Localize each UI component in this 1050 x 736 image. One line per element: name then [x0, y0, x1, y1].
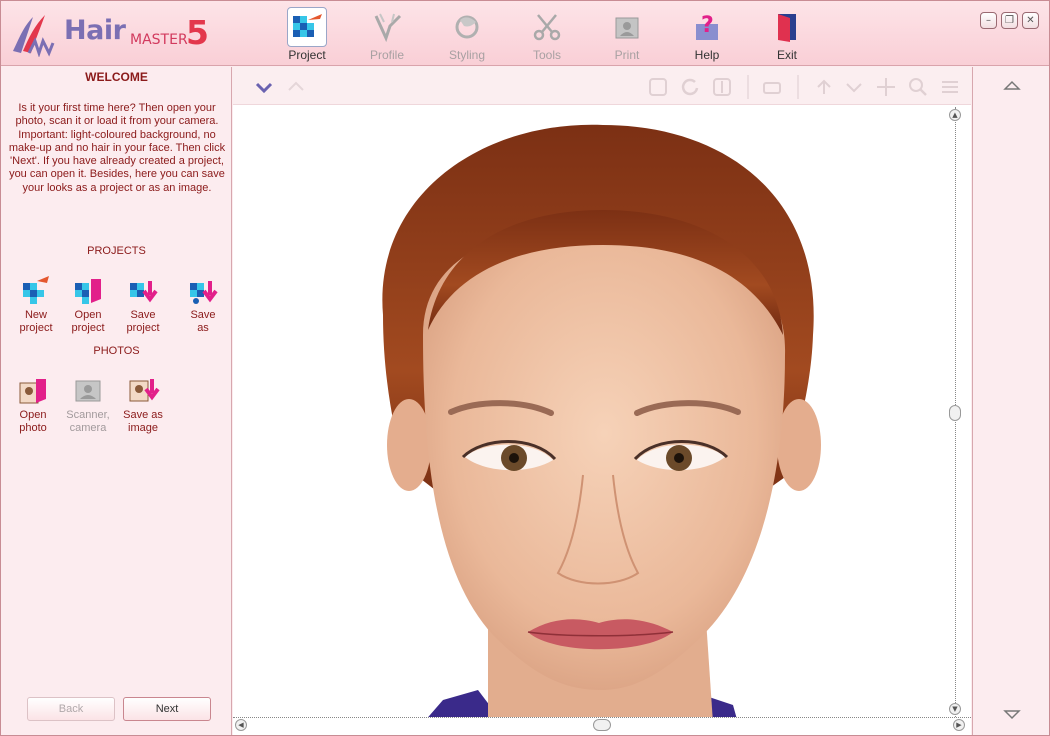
open-project-button[interactable]: Open project: [59, 273, 117, 335]
horizontal-scrollbar[interactable]: ◀ ▶: [233, 717, 971, 733]
nav-tools[interactable]: Tools: [507, 1, 587, 65]
zoom-icon[interactable]: [907, 76, 929, 98]
photo-area[interactable]: [233, 105, 963, 723]
logo-master-text: MASTER: [130, 32, 188, 48]
save-as-icon: [190, 281, 218, 304]
profile-icon: [367, 7, 407, 47]
tool-label: Scanner,: [66, 409, 110, 421]
open-photo-icon: [19, 379, 46, 404]
save-project-icon: [130, 281, 158, 303]
scroll-right-arrow-icon[interactable]: ▶: [953, 719, 965, 731]
tool-label: as: [197, 322, 209, 334]
horizontal-scroll-thumb[interactable]: [593, 719, 611, 731]
window-controls: – ❐ ✕: [980, 12, 1039, 29]
canvas-toolbar: [233, 67, 971, 105]
tool-label: project: [71, 322, 105, 334]
project-icon: [287, 7, 327, 47]
tool-label: Save as: [123, 409, 163, 421]
restore-button[interactable]: ❐: [1001, 12, 1018, 29]
tool-label: New: [24, 309, 47, 321]
logo-mark-icon: [13, 15, 55, 57]
save-as-image-icon: [129, 379, 160, 402]
save-as-button[interactable]: Save as: [174, 273, 232, 335]
tool-label: image: [128, 422, 158, 434]
scanner-camera-button[interactable]: Scanner, camera: [59, 373, 117, 435]
top-bar: Hair MASTER 5 Project Profile Styling To…: [1, 1, 1049, 66]
tool-label: photo: [19, 422, 47, 434]
scroll-left-arrow-icon[interactable]: ◀: [235, 719, 247, 731]
help-icon: ?: [687, 7, 727, 47]
tool-label: Open: [74, 309, 102, 321]
nav-help[interactable]: ? Help: [667, 1, 747, 65]
panel-scroll-down-icon[interactable]: [1003, 709, 1021, 721]
vertical-scrollbar[interactable]: ▲ ▼: [949, 107, 969, 719]
back-button[interactable]: Back: [27, 697, 115, 721]
photos-title: PHOTOS: [93, 345, 140, 357]
nav-profile[interactable]: Profile: [347, 1, 427, 65]
save-project-button[interactable]: Save project: [114, 273, 172, 335]
close-button[interactable]: ✕: [1022, 12, 1039, 29]
scroll-down-arrow-icon[interactable]: ▼: [949, 703, 961, 715]
flip-icon[interactable]: [711, 76, 733, 98]
left-panel: WELCOME Is it your first time here? Then…: [1, 67, 232, 735]
camera-icon[interactable]: [761, 76, 783, 98]
toolbar-separator: [797, 75, 799, 99]
crop-icon[interactable]: [647, 76, 669, 98]
vertical-scroll-thumb[interactable]: [949, 405, 961, 421]
nav-print[interactable]: Print: [587, 1, 667, 65]
rotate-icon[interactable]: [679, 76, 701, 98]
projects-title: PROJECTS: [87, 245, 146, 257]
minimize-button[interactable]: –: [980, 12, 997, 29]
chevron-up-icon[interactable]: [285, 76, 307, 98]
next-button[interactable]: Next: [123, 697, 211, 721]
nav-project[interactable]: Project: [267, 1, 347, 65]
open-photo-button[interactable]: Open photo: [4, 373, 62, 435]
portrait-photo: [382, 124, 821, 723]
tool-label: Save: [190, 309, 216, 321]
print-icon: [607, 7, 647, 47]
welcome-text: Is it your first time here? Then open yo…: [8, 102, 226, 194]
welcome-title: WELCOME: [85, 70, 148, 84]
save-as-image-button[interactable]: Save as image: [114, 373, 172, 435]
nav-label: Profile: [369, 48, 404, 62]
tool-label: project: [126, 322, 160, 334]
new-project-button[interactable]: New project: [7, 273, 65, 335]
new-project-icon: [23, 276, 49, 304]
photo-canvas-panel: ▲ ▼ ◀ ▶: [233, 67, 971, 735]
nav-label: Help: [694, 48, 720, 62]
main-nav: Project Profile Styling Tools Print ? He…: [267, 1, 827, 65]
right-panel: [972, 67, 1049, 735]
logo-hair-text: Hair: [64, 15, 126, 46]
undo-icon[interactable]: [813, 76, 835, 98]
app-window: Hair MASTER 5 Project Profile Styling To…: [0, 0, 1050, 736]
nav-label: Styling: [448, 48, 486, 62]
panel-scroll-up-icon[interactable]: [1003, 79, 1021, 91]
tool-label: project: [19, 322, 53, 334]
logo-version-text: 5: [186, 13, 209, 52]
exit-door-icon: [767, 7, 807, 47]
svg-text:?: ?: [701, 13, 714, 38]
tool-label: Open: [19, 409, 47, 421]
nav-label: Print: [614, 48, 640, 62]
nav-label: Exit: [776, 48, 797, 62]
scroll-up-arrow-icon[interactable]: ▲: [949, 109, 961, 121]
scissors-icon: [527, 7, 567, 47]
styling-icon: [447, 7, 487, 47]
tool-label: camera: [69, 422, 107, 434]
toolbar-separator: [747, 75, 749, 99]
open-project-icon: [75, 279, 101, 304]
tool-label: Save: [130, 309, 156, 321]
menu-icon[interactable]: [939, 76, 961, 98]
nav-label: Project: [288, 48, 326, 62]
app-logo: Hair MASTER 5: [9, 11, 219, 57]
nav-label: Tools: [532, 48, 561, 62]
scanner-camera-icon: [75, 380, 101, 402]
nav-styling[interactable]: Styling: [427, 1, 507, 65]
chevron-down-icon[interactable]: [253, 76, 275, 98]
move-icon[interactable]: [875, 76, 897, 98]
nav-exit[interactable]: Exit: [747, 1, 827, 65]
redo-icon[interactable]: [843, 76, 865, 98]
